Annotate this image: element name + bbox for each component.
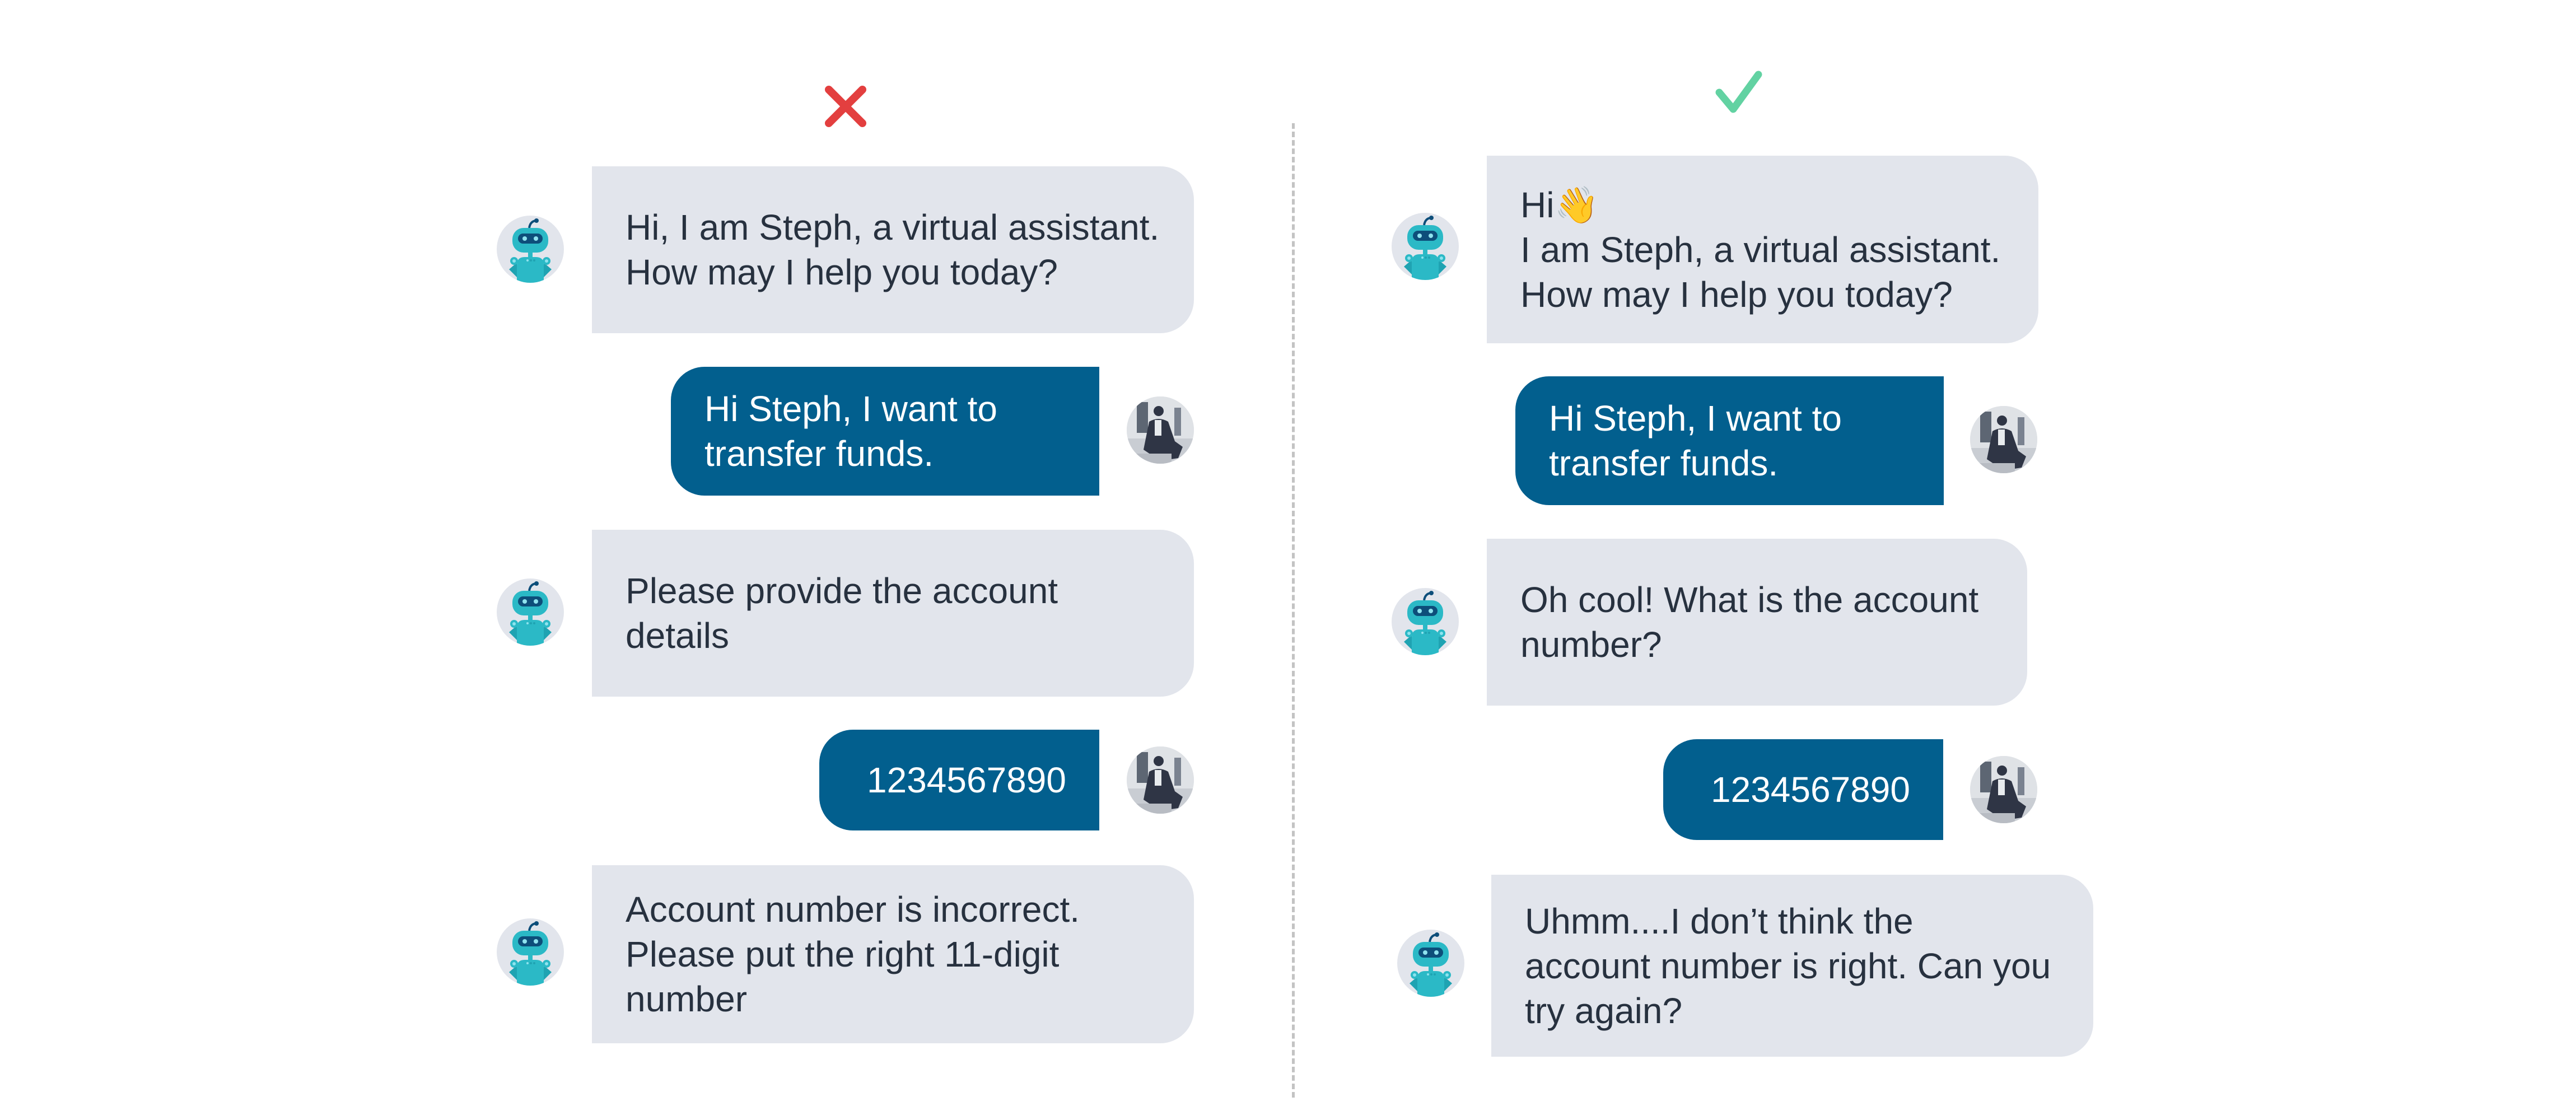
robot-icon [1403,590,1448,655]
user-message: 1234567890 [819,730,1099,830]
user-avatar [1127,746,1194,814]
bot-avatar [1397,930,1464,997]
user-photo-icon [1970,756,2037,823]
user-avatar [1127,396,1194,464]
bot-message: Hi👋 I am Steph, a virtual assistant. How… [1487,156,2038,343]
bot-message: Hi, I am Steph, a virtual assistant. How… [592,166,1194,333]
user-photo-icon [1127,746,1194,814]
bot-message: Uhmm....I don’t think the account number… [1491,875,2093,1057]
bot-message: Oh cool! What is the account number? [1487,539,2027,706]
robot-icon [1408,931,1453,997]
user-message: Hi Steph, I want to transfer funds. [671,367,1099,496]
divider [1292,123,1295,1098]
user-message: Hi Steph, I want to transfer funds. [1515,376,1944,505]
bot-avatar [1392,213,1459,280]
user-avatar [1970,756,2037,823]
bot-avatar [497,578,564,646]
bot-avatar [497,216,564,283]
robot-icon [508,920,553,986]
checkmark-icon [1715,71,1762,113]
user-photo-icon [1970,406,2037,473]
robot-icon [1403,214,1448,280]
user-photo-icon [1127,396,1194,464]
robot-icon [508,217,553,283]
bot-message: Please provide the account details [592,530,1194,697]
bot-avatar [1392,588,1459,655]
bot-message: Account number is incorrect. Please put … [592,865,1194,1043]
user-message: 1234567890 [1663,739,1943,840]
robot-icon [508,580,553,646]
bot-avatar [497,918,564,986]
cross-icon [825,86,866,127]
user-avatar [1970,406,2037,473]
